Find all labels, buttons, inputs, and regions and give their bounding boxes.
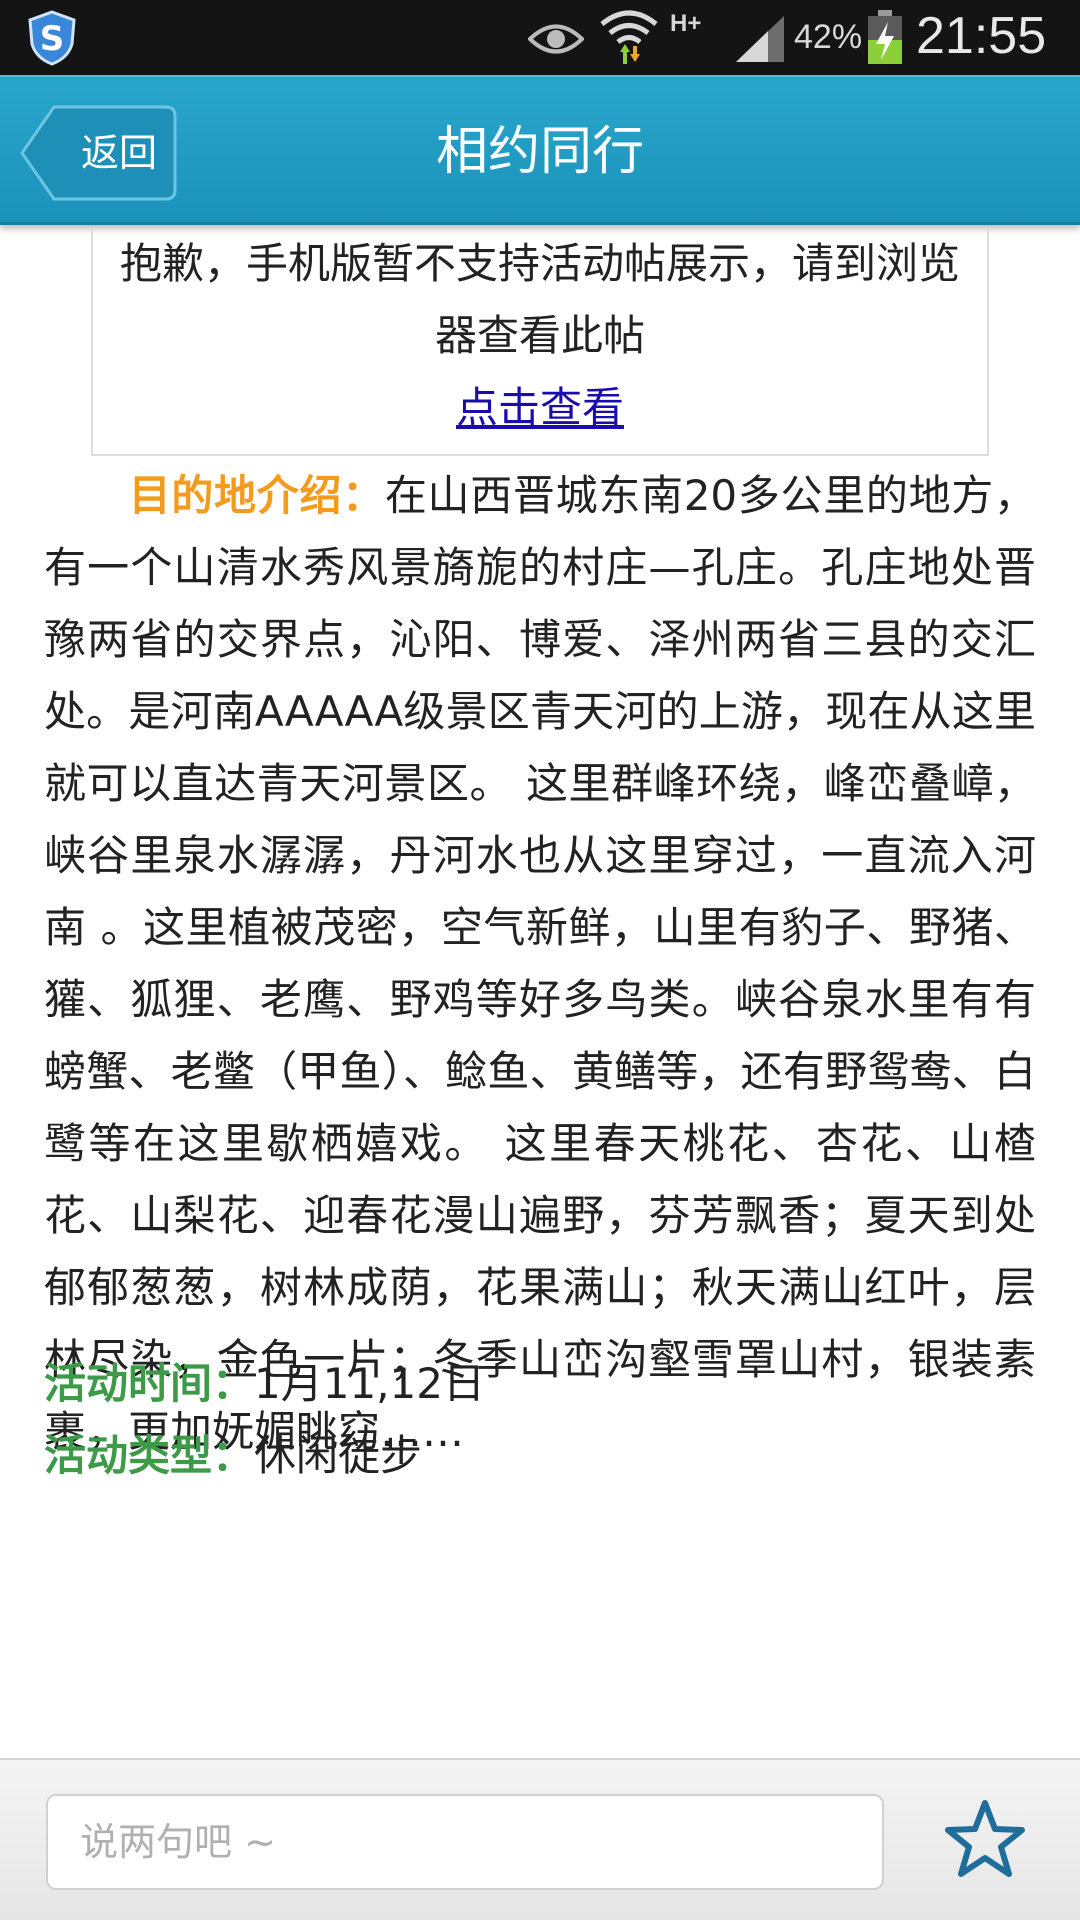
intro-label: 目的地介绍： [128,471,385,520]
app-shield-icon: S [28,10,76,66]
activity-type-value: 休闲徒步 [254,1431,423,1480]
view-in-browser-link[interactable]: 点击查看 [456,372,624,444]
wifi-icon [600,10,658,64]
activity-time-row: 活动时间：1月11,12日 [44,1348,485,1420]
activity-type-label: 活动类型： [44,1431,255,1480]
comment-input[interactable] [46,1794,884,1890]
svg-text:S: S [40,19,65,59]
unsupported-notice: 抱歉，手机版暂不支持活动帖展示，请到浏览器查看此帖 点击查看 [91,228,989,456]
network-type-label: H+ [670,10,702,37]
signal-icon [736,16,784,62]
back-button[interactable]: 返回 [16,104,178,202]
status-clock: 21:55 [916,7,1047,65]
battery-percent: 42% [794,18,863,56]
intro-body: 在山西晋城东南20多公里的地方，有一个山清水秀风景旖旎的村庄—孔庄。孔庄地处晋豫… [44,471,1036,1456]
destination-intro: 目的地介绍：在山西晋城东南20多公里的地方，有一个山清水秀风景旖旎的村庄—孔庄。… [44,460,1036,1468]
notice-text: 抱歉，手机版暂不支持活动帖展示，请到浏览器查看此帖 [119,239,960,360]
app-header: 返回 相约同行 [0,75,1080,225]
back-button-label: 返回 [80,131,157,175]
activity-type-row: 活动类型：休闲徒步 [44,1420,422,1492]
status-bar: S H+ 42% 21:55 [0,0,1080,75]
activity-time-value: 1月11,12日 [254,1359,485,1408]
eye-icon [528,24,584,54]
battery-charging-icon [868,10,902,64]
comment-bar [0,1758,1080,1920]
post-content: 抱歉，手机版暂不支持活动帖展示，请到浏览器查看此帖 点击查看 目的地介绍：在山西… [0,228,1080,1758]
star-outline-icon[interactable] [944,1798,1026,1880]
activity-time-label: 活动时间： [44,1359,255,1408]
